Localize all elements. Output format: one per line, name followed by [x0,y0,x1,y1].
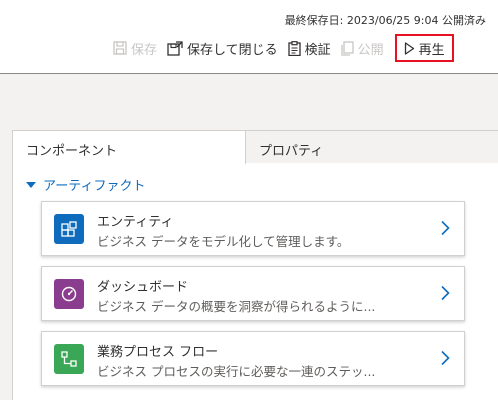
save-icon [113,41,127,55]
artifact-card-entity[interactable]: エンティティ ビジネス データをモデル化して管理します。 [41,201,465,256]
flow-icon [54,344,84,374]
card-title: ダッシュボード [97,280,189,295]
chevron-right-icon [441,220,450,236]
card-title: エンティティ [97,215,174,230]
clipboard-check-icon [287,40,301,56]
publish-button[interactable]: 公開 [336,36,389,60]
save-label: 保存 [131,42,158,58]
entity-icon [54,214,84,244]
dashboard-icon [54,279,84,309]
play-icon [404,41,414,55]
caret-down-icon [26,181,36,188]
save-and-close-button[interactable]: 保存して閉じる [162,36,283,60]
card-description: ビジネス データをモデル化して管理します。 [97,234,350,249]
tab-properties[interactable]: プロパティ [246,131,498,163]
artifact-list: エンティティ ビジネス データをモデル化して管理します。 ダッシュボード ビジネ… [41,201,465,396]
play-button[interactable]: 再生 [394,34,454,62]
toolbar: 保存 保存して閉じる 検証 公開 再生 [108,34,454,62]
chevron-right-icon [441,350,450,366]
save-close-icon [167,40,183,56]
artifact-card-dashboard[interactable]: ダッシュボード ビジネス データの概要を洞察が得られるように... [41,266,465,321]
validate-label: 検証 [304,42,331,58]
publish-icon [341,40,354,56]
save-and-close-label: 保存して閉じる [187,42,278,58]
artifact-card-business-process-flow[interactable]: 業務プロセス フロー ビジネス プロセスの実行に必要な一連のステッ... [41,331,465,386]
card-description: ビジネス データの概要を洞察が得られるように... [97,299,376,314]
chevron-right-icon [441,285,450,301]
card-title: 業務プロセス フロー [97,345,219,360]
validate-button[interactable]: 検証 [283,36,336,60]
tab-components[interactable]: コンポーネント [13,131,246,164]
card-description: ビジネス プロセスの実行に必要な一連のステッ... [97,364,376,379]
components-panel: コンポーネント プロパティ アーティファクト エンティティ ビジネス データをモ… [12,130,498,400]
play-label: 再生 [418,42,445,58]
publish-label: 公開 [357,42,384,58]
artifacts-section-toggle[interactable]: アーティファクト [26,175,145,194]
save-button[interactable]: 保存 [108,36,162,60]
section-title: アーティファクト [43,179,146,194]
command-bar: 最終保存日: 2023/06/25 9:04 公開済み 保存 保存して閉じる 検… [0,0,498,74]
tab-list: コンポーネント プロパティ [13,131,498,164]
saved-status: 最終保存日: 2023/06/25 9:04 公開済み [284,14,486,27]
